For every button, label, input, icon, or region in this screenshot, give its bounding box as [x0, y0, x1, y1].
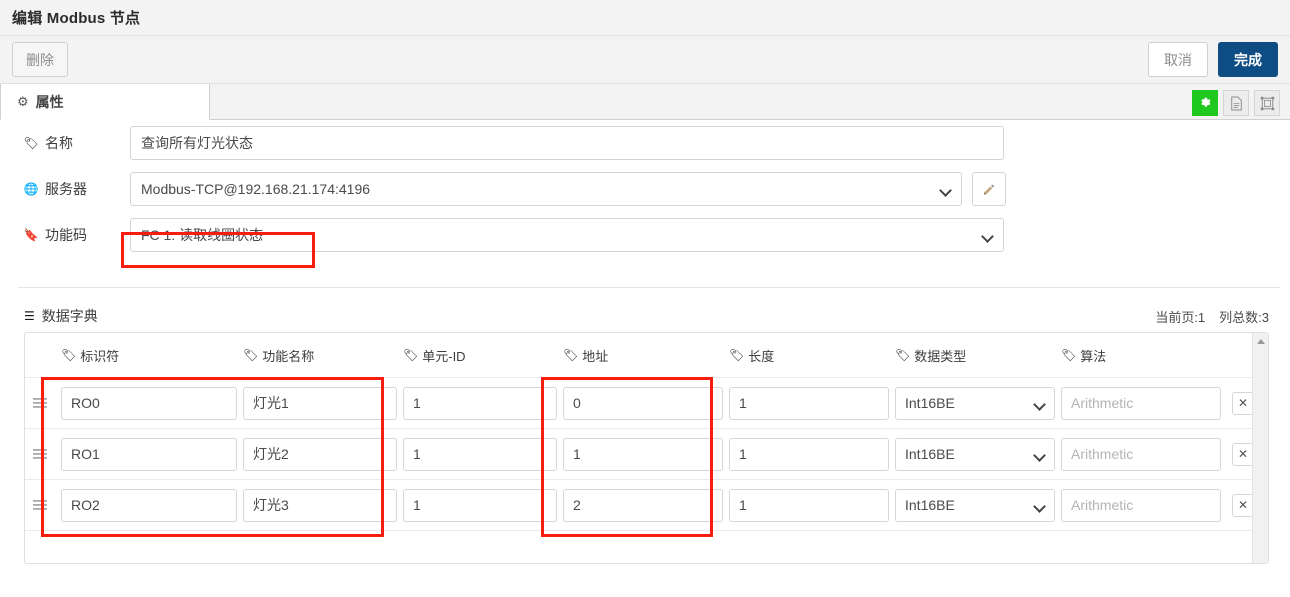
column-header-length: 🏷 长度	[723, 346, 889, 365]
data-dictionary-header: ☰ 数据字典 当前页:1 列总数:3	[24, 306, 1269, 326]
properties-form: 🏷 名称 查询所有灯光状态 🌐 服务器 Modbus-TCP@192.168.2…	[0, 120, 1290, 258]
column-header-function-name: 🏷 功能名称	[237, 346, 397, 365]
identifier-input[interactable]: RO2	[61, 488, 237, 522]
identifier-input[interactable]: RO0	[61, 386, 237, 420]
scroll-up-arrow-icon[interactable]	[1253, 333, 1268, 349]
tab-strip: ⚙ 属性	[0, 84, 1290, 120]
dialog-action-bar: 删除 取消 完成	[0, 36, 1290, 84]
form-row-function-code: 🔖 功能码 FC 1: 读取线圈状态	[0, 212, 1290, 258]
table-header-row: 🏷 标识符 🏷 功能名称 🏷 单元-ID 🏷 地址 🏷 长度 🏷 数据类型 🏷 …	[25, 333, 1268, 377]
done-button[interactable]: 完成	[1218, 42, 1278, 77]
unit-id-input[interactable]: 1	[403, 437, 557, 471]
address-input[interactable]: 1	[563, 437, 723, 471]
length-input[interactable]: 1	[729, 437, 889, 471]
table-row: RO2 灯光3 1 2 1 Int16BE Arithmetic ✕	[25, 479, 1268, 530]
function-code-field-label: 🔖 功能码	[24, 225, 130, 245]
column-header-identifier: 🏷 标识符	[55, 346, 237, 365]
column-header-function-name-label: 功能名称	[262, 348, 315, 364]
form-row-server: 🌐 服务器 Modbus-TCP@192.168.21.174:4196	[0, 166, 1290, 212]
drag-handle-icon[interactable]	[25, 448, 55, 460]
column-header-unit-id: 🏷 单元-ID	[397, 346, 557, 365]
panel-tool-icons	[1192, 90, 1280, 116]
name-input[interactable]: 查询所有灯光状态	[130, 126, 1004, 160]
data-type-select[interactable]: Int16BE	[895, 488, 1055, 522]
length-input[interactable]: 1	[729, 386, 889, 420]
unit-id-input[interactable]: 1	[403, 488, 557, 522]
gear-icon: ⚙	[17, 93, 29, 109]
function-name-input[interactable]: 灯光3	[243, 488, 397, 522]
total-columns-label: 列总数:3	[1219, 309, 1269, 325]
data-type-select[interactable]: Int16BE	[895, 386, 1055, 420]
current-page-label: 当前页:1	[1155, 309, 1206, 325]
drag-handle-icon[interactable]	[25, 499, 55, 511]
list-icon: ☰	[24, 309, 35, 323]
column-header-length-label: 长度	[748, 348, 775, 364]
data-type-select[interactable]: Int16BE	[895, 437, 1055, 471]
tag-icon: 🏷	[563, 348, 579, 362]
tab-properties[interactable]: ⚙ 属性	[0, 84, 210, 120]
table-row: RO0 灯光1 1 0 1 Int16BE Arithmetic ✕	[25, 377, 1268, 428]
tag-icon: 🏷	[1061, 348, 1077, 362]
tab-properties-label: 属性	[35, 93, 64, 110]
column-header-address-label: 地址	[582, 348, 609, 364]
algorithm-input[interactable]: Arithmetic	[1061, 386, 1221, 420]
unit-id-input[interactable]: 1	[403, 386, 557, 420]
name-field-label: 🏷 名称	[23, 133, 130, 153]
description-icon-button[interactable]	[1223, 90, 1249, 116]
function-name-input[interactable]: 灯光1	[243, 386, 397, 420]
column-header-unit-id-label: 单元-ID	[422, 348, 466, 364]
column-header-algorithm-label: 算法	[1080, 348, 1107, 364]
server-field-label: 🌐 服务器	[24, 179, 130, 199]
gear-icon-button[interactable]	[1192, 90, 1218, 116]
data-dictionary-title-text: 数据字典	[41, 308, 98, 324]
name-label-text: 名称	[45, 135, 73, 151]
window-titlebar: 编辑 Modbus 节点	[0, 0, 1290, 36]
data-dictionary-title: ☰ 数据字典	[24, 306, 98, 326]
layout-icon-button[interactable]	[1254, 90, 1280, 116]
table-empty-row	[25, 530, 1268, 563]
column-header-algorithm: 🏷 算法	[1055, 346, 1221, 365]
address-input[interactable]: 0	[563, 386, 723, 420]
data-dictionary-meta: 当前页:1 列总数:3	[1155, 307, 1269, 326]
function-code-label-text: 功能码	[45, 227, 87, 243]
server-select[interactable]: Modbus-TCP@192.168.21.174:4196	[130, 172, 962, 206]
tag-icon: 🏷	[729, 348, 745, 362]
window-title: 编辑 Modbus 节点	[12, 10, 141, 27]
function-code-select[interactable]: FC 1: 读取线圈状态	[130, 218, 1004, 252]
tag-icon: 🏷	[243, 348, 259, 362]
tag-icon: 🏷	[23, 136, 39, 150]
delete-button[interactable]: 删除	[12, 42, 68, 77]
form-row-name: 🏷 名称 查询所有灯光状态	[0, 120, 1290, 166]
column-header-data-type: 🏷 数据类型	[889, 346, 1055, 365]
table-scrollbar[interactable]	[1252, 333, 1268, 563]
table-row: RO1 灯光2 1 1 1 Int16BE Arithmetic ✕	[25, 428, 1268, 479]
tag-icon: 🏷	[403, 348, 419, 362]
tag-icon: 🏷	[61, 348, 77, 362]
tag-icon: 🏷	[895, 348, 911, 362]
data-dictionary-table: 🏷 标识符 🏷 功能名称 🏷 单元-ID 🏷 地址 🏷 长度 🏷 数据类型 🏷 …	[24, 332, 1269, 564]
section-divider	[18, 287, 1280, 288]
drag-handle-icon[interactable]	[25, 397, 55, 409]
algorithm-input[interactable]: Arithmetic	[1061, 437, 1221, 471]
edit-server-button[interactable]	[972, 172, 1006, 206]
column-header-data-type-label: 数据类型	[914, 348, 967, 364]
function-name-input[interactable]: 灯光2	[243, 437, 397, 471]
length-input[interactable]: 1	[729, 488, 889, 522]
cancel-button[interactable]: 取消	[1148, 42, 1208, 77]
identifier-input[interactable]: RO1	[61, 437, 237, 471]
address-input[interactable]: 2	[563, 488, 723, 522]
column-header-address: 🏷 地址	[557, 346, 723, 365]
column-header-identifier-label: 标识符	[80, 348, 120, 364]
modbus-node-editor: 编辑 Modbus 节点 删除 取消 完成 ⚙ 属性 🏷 名称 查询所有灯光状态…	[0, 0, 1290, 597]
bookmark-icon: 🔖	[23, 228, 39, 242]
globe-icon: 🌐	[23, 182, 39, 196]
server-label-text: 服务器	[45, 181, 87, 197]
algorithm-input[interactable]: Arithmetic	[1061, 488, 1221, 522]
